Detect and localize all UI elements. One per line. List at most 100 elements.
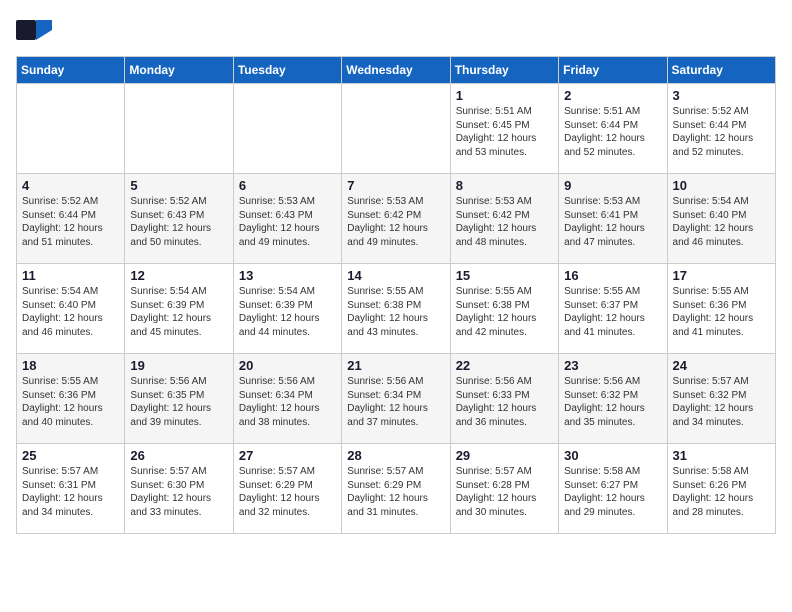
- cell-content: Sunrise: 5:54 AM Sunset: 6:39 PM Dayligh…: [130, 285, 227, 339]
- cell-content: Sunrise: 5:51 AM Sunset: 6:44 PM Dayligh…: [564, 105, 661, 159]
- day-number: 27: [239, 448, 336, 463]
- calendar-cell: 21Sunrise: 5:56 AM Sunset: 6:34 PM Dayli…: [342, 354, 450, 444]
- weekday-header-row: SundayMondayTuesdayWednesdayThursdayFrid…: [17, 57, 776, 84]
- day-number: 11: [22, 268, 119, 283]
- cell-content: Sunrise: 5:55 AM Sunset: 6:37 PM Dayligh…: [564, 285, 661, 339]
- calendar-cell: 11 Sunrise: 5:54 AM Sunset: 6:40 PM Dayli…: [17, 264, 125, 354]
- day-number: 24: [673, 358, 770, 373]
- calendar-cell: 14 Sunrise: 5:55 AM Sunset: 6:38 PM Dayli…: [342, 264, 450, 354]
- calendar-cell: 4Sunrise: 5:52 AM Sunset: 6:44 PM Daylig…: [17, 174, 125, 264]
- day-number: 8: [456, 178, 553, 193]
- day-number: 15: [456, 268, 553, 283]
- weekday-wednesday: Wednesday: [342, 57, 450, 84]
- cell-content: Sunrise: 5:57 AM Sunset: 6:30 PM Dayligh…: [130, 465, 227, 519]
- day-number: 31: [673, 448, 770, 463]
- cell-content: Sunrise: 5:56 AM Sunset: 6:35 PM Dayligh…: [130, 375, 227, 429]
- calendar-cell: 8 Sunrise: 5:53 AM Sunset: 6:42 PM Daylig…: [450, 174, 558, 264]
- day-number: 30: [564, 448, 661, 463]
- cell-content: Sunrise: 5:54 AM Sunset: 6:39 PM Dayligh…: [239, 285, 336, 339]
- cell-content: Sunrise: 5:58 AM Sunset: 6:26 PM Dayligh…: [673, 465, 770, 519]
- cell-content: Sunrise: 5:56 AM Sunset: 6:32 PM Dayligh…: [564, 375, 661, 429]
- cell-content: Sunrise: 5:56 AM Sunset: 6:33 PM Dayligh…: [456, 375, 553, 429]
- day-number: 7: [347, 178, 444, 193]
- calendar-cell: 26 Sunrise: 5:57 AM Sunset: 6:30 PM Dayli…: [125, 444, 233, 534]
- day-number: 23: [564, 358, 661, 373]
- cell-content: Sunrise: 5:55 AM Sunset: 6:36 PM Dayligh…: [22, 375, 119, 429]
- day-number: 22: [456, 358, 553, 373]
- calendar-cell: 7Sunrise: 5:53 AM Sunset: 6:42 PM Daylig…: [342, 174, 450, 264]
- day-number: 17: [673, 268, 770, 283]
- calendar-cell: 28 Sunrise: 5:57 AM Sunset: 6:29 PM Dayli…: [342, 444, 450, 534]
- cell-content: Sunrise: 5:57 AM Sunset: 6:31 PM Dayligh…: [22, 465, 119, 519]
- calendar-cell: 25 Sunrise: 5:57 AM Sunset: 6:31 PM Dayli…: [17, 444, 125, 534]
- calendar-cell: 16 Sunrise: 5:55 AM Sunset: 6:37 PM Dayli…: [559, 264, 667, 354]
- calendar-cell: [125, 84, 233, 174]
- calendar-cell: 2Sunrise: 5:51 AM Sunset: 6:44 PM Daylig…: [559, 84, 667, 174]
- day-number: 25: [22, 448, 119, 463]
- cell-content: Sunrise: 5:55 AM Sunset: 6:36 PM Dayligh…: [673, 285, 770, 339]
- cell-content: Sunrise: 5:57 AM Sunset: 6:29 PM Dayligh…: [347, 465, 444, 519]
- logo: [16, 16, 56, 44]
- calendar-cell: 31 Sunrise: 5:58 AM Sunset: 6:26 PM Dayli…: [667, 444, 775, 534]
- weekday-thursday: Thursday: [450, 57, 558, 84]
- calendar-cell: 24 Sunrise: 5:57 AM Sunset: 6:32 PM Dayli…: [667, 354, 775, 444]
- cell-content: Sunrise: 5:56 AM Sunset: 6:34 PM Dayligh…: [347, 375, 444, 429]
- calendar-cell: 3Sunrise: 5:52 AM Sunset: 6:44 PM Daylig…: [667, 84, 775, 174]
- calendar-cell: [233, 84, 341, 174]
- cell-content: Sunrise: 5:58 AM Sunset: 6:27 PM Dayligh…: [564, 465, 661, 519]
- cell-content: Sunrise: 5:54 AM Sunset: 6:40 PM Dayligh…: [22, 285, 119, 339]
- day-number: 9: [564, 178, 661, 193]
- cell-content: Sunrise: 5:57 AM Sunset: 6:28 PM Dayligh…: [456, 465, 553, 519]
- calendar-week-3: 11 Sunrise: 5:54 AM Sunset: 6:40 PM Dayli…: [17, 264, 776, 354]
- cell-content: Sunrise: 5:53 AM Sunset: 6:42 PM Dayligh…: [456, 195, 553, 249]
- calendar-cell: 27 Sunrise: 5:57 AM Sunset: 6:29 PM Dayli…: [233, 444, 341, 534]
- cell-content: Sunrise: 5:51 AM Sunset: 6:45 PM Dayligh…: [456, 105, 553, 159]
- day-number: 13: [239, 268, 336, 283]
- day-number: 29: [456, 448, 553, 463]
- calendar-cell: 15 Sunrise: 5:55 AM Sunset: 6:38 PM Dayli…: [450, 264, 558, 354]
- cell-content: Sunrise: 5:55 AM Sunset: 6:38 PM Dayligh…: [456, 285, 553, 339]
- day-number: 18: [22, 358, 119, 373]
- calendar-cell: 18 Sunrise: 5:55 AM Sunset: 6:36 PM Dayli…: [17, 354, 125, 444]
- weekday-monday: Monday: [125, 57, 233, 84]
- calendar-cell: [342, 84, 450, 174]
- cell-content: Sunrise: 5:57 AM Sunset: 6:29 PM Dayligh…: [239, 465, 336, 519]
- day-number: 20: [239, 358, 336, 373]
- day-number: 3: [673, 88, 770, 103]
- calendar-cell: 5Sunrise: 5:52 AM Sunset: 6:43 PM Daylig…: [125, 174, 233, 264]
- calendar-cell: 9 Sunrise: 5:53 AM Sunset: 6:41 PM Daylig…: [559, 174, 667, 264]
- calendar-week-2: 4Sunrise: 5:52 AM Sunset: 6:44 PM Daylig…: [17, 174, 776, 264]
- cell-content: Sunrise: 5:53 AM Sunset: 6:43 PM Dayligh…: [239, 195, 336, 249]
- day-number: 1: [456, 88, 553, 103]
- day-number: 6: [239, 178, 336, 193]
- calendar-cell: 30 Sunrise: 5:58 AM Sunset: 6:27 PM Dayli…: [559, 444, 667, 534]
- weekday-tuesday: Tuesday: [233, 57, 341, 84]
- day-number: 10: [673, 178, 770, 193]
- calendar-cell: 10 Sunrise: 5:54 AM Sunset: 6:40 PM Dayli…: [667, 174, 775, 264]
- day-number: 4: [22, 178, 119, 193]
- calendar-cell: 12 Sunrise: 5:54 AM Sunset: 6:39 PM Dayli…: [125, 264, 233, 354]
- day-number: 28: [347, 448, 444, 463]
- calendar-week-4: 18 Sunrise: 5:55 AM Sunset: 6:36 PM Dayli…: [17, 354, 776, 444]
- logo-icon: [16, 16, 52, 44]
- day-number: 26: [130, 448, 227, 463]
- calendar-cell: 22 Sunrise: 5:56 AM Sunset: 6:33 PM Dayli…: [450, 354, 558, 444]
- cell-content: Sunrise: 5:57 AM Sunset: 6:32 PM Dayligh…: [673, 375, 770, 429]
- weekday-saturday: Saturday: [667, 57, 775, 84]
- calendar-table: SundayMondayTuesdayWednesdayThursdayFrid…: [16, 56, 776, 534]
- calendar-cell: 13 Sunrise: 5:54 AM Sunset: 6:39 PM Dayli…: [233, 264, 341, 354]
- calendar-cell: 17 Sunrise: 5:55 AM Sunset: 6:36 PM Dayli…: [667, 264, 775, 354]
- cell-content: Sunrise: 5:53 AM Sunset: 6:41 PM Dayligh…: [564, 195, 661, 249]
- weekday-sunday: Sunday: [17, 57, 125, 84]
- cell-content: Sunrise: 5:55 AM Sunset: 6:38 PM Dayligh…: [347, 285, 444, 339]
- day-number: 16: [564, 268, 661, 283]
- page-header: [16, 16, 776, 44]
- calendar-week-1: 1 Sunrise: 5:51 AM Sunset: 6:45 PM Daylig…: [17, 84, 776, 174]
- cell-content: Sunrise: 5:54 AM Sunset: 6:40 PM Dayligh…: [673, 195, 770, 249]
- cell-content: Sunrise: 5:56 AM Sunset: 6:34 PM Dayligh…: [239, 375, 336, 429]
- calendar-cell: 19Sunrise: 5:56 AM Sunset: 6:35 PM Dayli…: [125, 354, 233, 444]
- calendar-cell: 29 Sunrise: 5:57 AM Sunset: 6:28 PM Dayli…: [450, 444, 558, 534]
- cell-content: Sunrise: 5:52 AM Sunset: 6:43 PM Dayligh…: [130, 195, 227, 249]
- day-number: 12: [130, 268, 227, 283]
- day-number: 14: [347, 268, 444, 283]
